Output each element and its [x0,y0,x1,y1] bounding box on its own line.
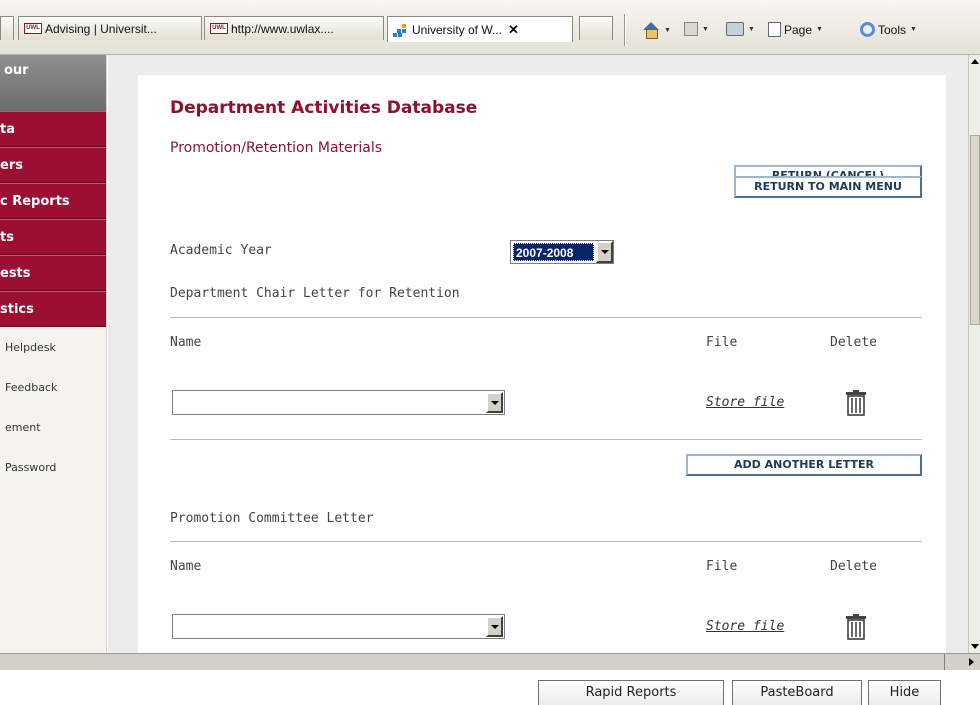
content-panel [138,75,946,653]
committee-letter-name-select[interactable] [172,614,505,639]
site-favicon-icon [393,23,409,37]
divider [170,317,922,318]
horizontal-scrollbar[interactable] [0,653,980,670]
vertical-scrollbar[interactable] [968,55,980,653]
page-icon [768,22,781,37]
sidebar-item-requests[interactable]: ests [0,255,106,291]
sidebar-item-users[interactable]: ers [0,147,106,183]
gear-icon [860,22,875,37]
pasteboard-button[interactable]: PasteBoard [732,680,862,705]
chair-letter-name-select[interactable] [172,390,505,415]
column-header-name: Name [170,335,202,350]
rapid-reports-button[interactable]: Rapid Reports [538,680,724,705]
sidebar-link-helpdesk[interactable]: Helpdesk [0,327,106,367]
tab-overflow[interactable] [0,16,14,40]
page-title: Department Activities Database [170,98,478,118]
sidebar-item-reports[interactable]: c Reports [0,183,106,219]
tab-label: Advising | Universit... [45,21,157,36]
tab-university-active[interactable]: University of W... ✕ [387,16,573,42]
column-header-delete: Delete [830,335,877,350]
sidebar-item-statistics[interactable]: stics [0,291,106,327]
divider [170,541,922,542]
tools-menu-label: Tools [878,22,907,37]
bottom-bar: Rapid Reports PasteBoard Hide [0,670,980,705]
close-tab-icon[interactable]: ✕ [508,22,519,38]
scrollbar-corner [944,654,980,670]
column-header-delete: Delete [830,559,877,574]
column-header-file: File [706,335,738,350]
sidebar-link-announcement[interactable]: ement [0,407,106,447]
tools-menu-button[interactable]: Tools ▼ [860,22,917,37]
page-subtitle: Promotion/Retention Materials [170,140,383,156]
sidebar-item-imports[interactable]: ts [0,219,106,255]
trash-icon[interactable] [845,614,867,640]
hide-button[interactable]: Hide [868,680,941,705]
scroll-right-icon[interactable] [969,658,974,666]
tab-label: http://www.uwlax.... [231,21,334,36]
toolbar-separator [624,14,626,46]
tab-uwlax[interactable]: UWL http://www.uwlax.... [204,16,384,40]
store-file-link[interactable]: Store file [706,619,784,634]
left-sidebar: our ta ers c Reports ts ests stics Helpd… [0,55,107,653]
academic-year-label: Academic Year [170,243,272,258]
scrollbar-thumb[interactable] [970,135,980,325]
chevron-down-icon: ▼ [910,26,917,33]
chevron-down-icon: ▼ [702,25,709,33]
divider [170,439,922,440]
page-menu-label: Page [784,22,813,37]
academic-year-value: 2007-2008 [513,243,594,261]
home-icon [642,22,660,39]
chevron-down-icon: ▼ [748,25,755,33]
trash-icon[interactable] [845,390,867,416]
tab-advising[interactable]: UWL Advising | Universit... [18,16,202,40]
print-icon [726,22,744,36]
dropdown-arrow-icon[interactable] [486,392,503,413]
feeds-button[interactable]: ▼ [684,22,709,36]
section-heading-committee-letter: Promotion Committee Letter [170,511,374,526]
section-heading-chair-letter: Department Chair Letter for Retention [170,286,460,301]
return-main-menu-button[interactable]: RETURN TO MAIN MENU [734,176,922,198]
chevron-down-icon: ▼ [816,26,823,33]
uwl-favicon-icon: UWL [24,23,42,34]
sidebar-header: our [0,55,106,111]
print-button[interactable]: ▼ [726,22,755,36]
column-header-name: Name [170,559,202,574]
chevron-down-icon: ▼ [664,26,671,34]
tab-label: University of W... [412,22,503,37]
scroll-down-icon[interactable] [971,644,979,649]
rss-feed-icon [684,22,698,36]
sidebar-link-feedback[interactable]: Feedback [0,367,106,407]
academic-year-select[interactable]: 2007-2008 [510,240,614,264]
sidebar-item-data[interactable]: ta [0,111,106,147]
home-button[interactable]: ▼ [642,22,671,39]
add-another-letter-button[interactable]: ADD ANOTHER LETTER [686,454,922,476]
store-file-link[interactable]: Store file [706,395,784,410]
sidebar-link-password[interactable]: Password [0,447,106,487]
dropdown-arrow-icon[interactable] [596,241,613,263]
browser-tab-bar: UWL Advising | Universit... UWL http://w… [0,0,980,55]
page-menu-button[interactable]: Page ▼ [768,22,823,37]
column-header-file: File [706,559,738,574]
new-tab-button[interactable] [579,16,613,40]
dropdown-arrow-icon[interactable] [486,616,503,637]
scroll-up-icon[interactable] [971,59,979,64]
uwl-favicon-icon: UWL [210,23,228,34]
